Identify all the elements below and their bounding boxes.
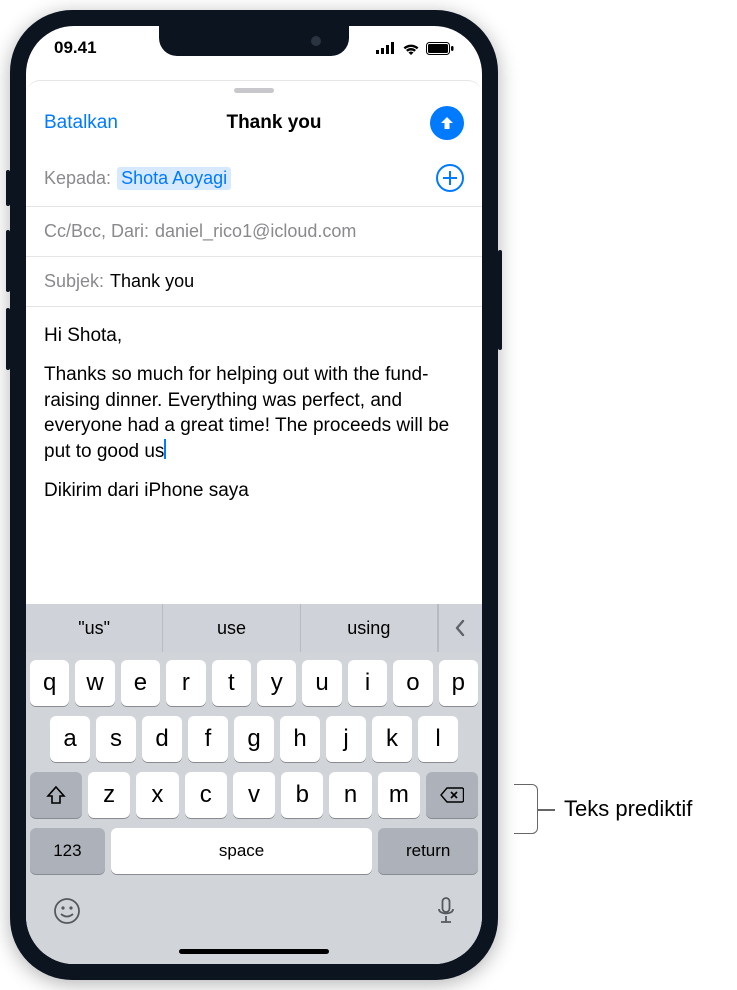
key-e[interactable]: e: [121, 660, 160, 706]
key-o[interactable]: o: [393, 660, 432, 706]
callout-label: Teks prediktif: [564, 796, 692, 822]
predictive-suggestion-2[interactable]: use: [163, 604, 300, 652]
from-address: daniel_rico1@icloud.com: [155, 221, 356, 242]
shift-key[interactable]: [30, 772, 82, 818]
body-paragraph: Thanks so much for helping out with the …: [44, 362, 464, 464]
body-signature: Dikirim dari iPhone saya: [44, 478, 464, 503]
space-key[interactable]: space: [111, 828, 373, 874]
cc-bcc-from-field[interactable]: Cc/Bcc, Dari: daniel_rico1@icloud.com: [26, 207, 482, 257]
backspace-icon: [440, 786, 464, 804]
predictive-collapse-button[interactable]: [438, 604, 482, 652]
recipient-chip[interactable]: Shota Aoyagi: [117, 167, 231, 190]
wifi-icon: [402, 42, 420, 55]
side-button-volume-up: [6, 230, 10, 292]
emoji-icon: [52, 896, 82, 926]
key-b[interactable]: b: [281, 772, 323, 818]
key-n[interactable]: n: [329, 772, 371, 818]
side-button-volume-down: [6, 308, 10, 370]
number-key[interactable]: 123: [30, 828, 105, 874]
key-h[interactable]: h: [280, 716, 320, 762]
key-s[interactable]: s: [96, 716, 136, 762]
subject-field[interactable]: Subjek: Thank you: [26, 257, 482, 307]
backspace-key[interactable]: [426, 772, 478, 818]
phone-screen: 09.41 Batalkan Thank you: [26, 26, 482, 964]
sheet-grip[interactable]: [26, 80, 482, 100]
cancel-button[interactable]: Batalkan: [44, 112, 118, 134]
arrow-up-icon: [438, 114, 456, 132]
notch: [159, 26, 349, 56]
key-f[interactable]: f: [188, 716, 228, 762]
shift-icon: [46, 785, 66, 805]
key-u[interactable]: u: [302, 660, 341, 706]
key-k[interactable]: k: [372, 716, 412, 762]
microphone-icon: [436, 897, 456, 925]
phone-frame: 09.41 Batalkan Thank you: [10, 10, 498, 980]
key-r[interactable]: r: [166, 660, 205, 706]
dictation-button[interactable]: [436, 897, 456, 930]
body-greeting: Hi Shota,: [44, 323, 464, 348]
key-l[interactable]: l: [418, 716, 458, 762]
signal-icon: [376, 42, 396, 54]
compose-title: Thank you: [226, 112, 321, 134]
email-body[interactable]: Hi Shota, Thanks so much for helping out…: [26, 307, 482, 604]
emoji-button[interactable]: [52, 896, 82, 931]
key-i[interactable]: i: [348, 660, 387, 706]
chevron-left-icon: [454, 619, 466, 637]
key-x[interactable]: x: [136, 772, 178, 818]
key-g[interactable]: g: [234, 716, 274, 762]
predictive-suggestion-3[interactable]: using: [301, 604, 438, 652]
to-label: Kepada:: [44, 168, 111, 189]
send-button[interactable]: [430, 106, 464, 140]
key-j[interactable]: j: [326, 716, 366, 762]
key-q[interactable]: q: [30, 660, 69, 706]
key-y[interactable]: y: [257, 660, 296, 706]
key-z[interactable]: z: [88, 772, 130, 818]
add-recipient-button[interactable]: [436, 164, 464, 192]
keyboard: "us" use using qwertyuiop asdfghjkl zxcv…: [26, 604, 482, 964]
side-button-power: [498, 250, 502, 350]
subject-label: Subjek:: [44, 271, 104, 292]
key-m[interactable]: m: [378, 772, 420, 818]
return-key[interactable]: return: [378, 828, 478, 874]
key-c[interactable]: c: [185, 772, 227, 818]
status-time: 09.41: [54, 38, 97, 58]
subject-value: Thank you: [110, 271, 194, 292]
key-t[interactable]: t: [212, 660, 251, 706]
plus-icon: [442, 170, 458, 186]
callout-bracket: [514, 784, 538, 834]
home-indicator[interactable]: [179, 949, 329, 954]
side-button-silence: [6, 170, 10, 206]
callout: Teks prediktif: [514, 784, 692, 834]
text-cursor: [164, 439, 166, 459]
key-a[interactable]: a: [50, 716, 90, 762]
key-p[interactable]: p: [439, 660, 478, 706]
key-d[interactable]: d: [142, 716, 182, 762]
battery-icon: [426, 42, 454, 55]
to-field[interactable]: Shota Aoyagi: [117, 167, 430, 190]
key-w[interactable]: w: [75, 660, 114, 706]
cc-bcc-from-label: Cc/Bcc, Dari:: [44, 221, 149, 242]
predictive-suggestion-1[interactable]: "us": [26, 604, 163, 652]
predictive-text-bar: "us" use using: [26, 604, 482, 652]
key-v[interactable]: v: [233, 772, 275, 818]
